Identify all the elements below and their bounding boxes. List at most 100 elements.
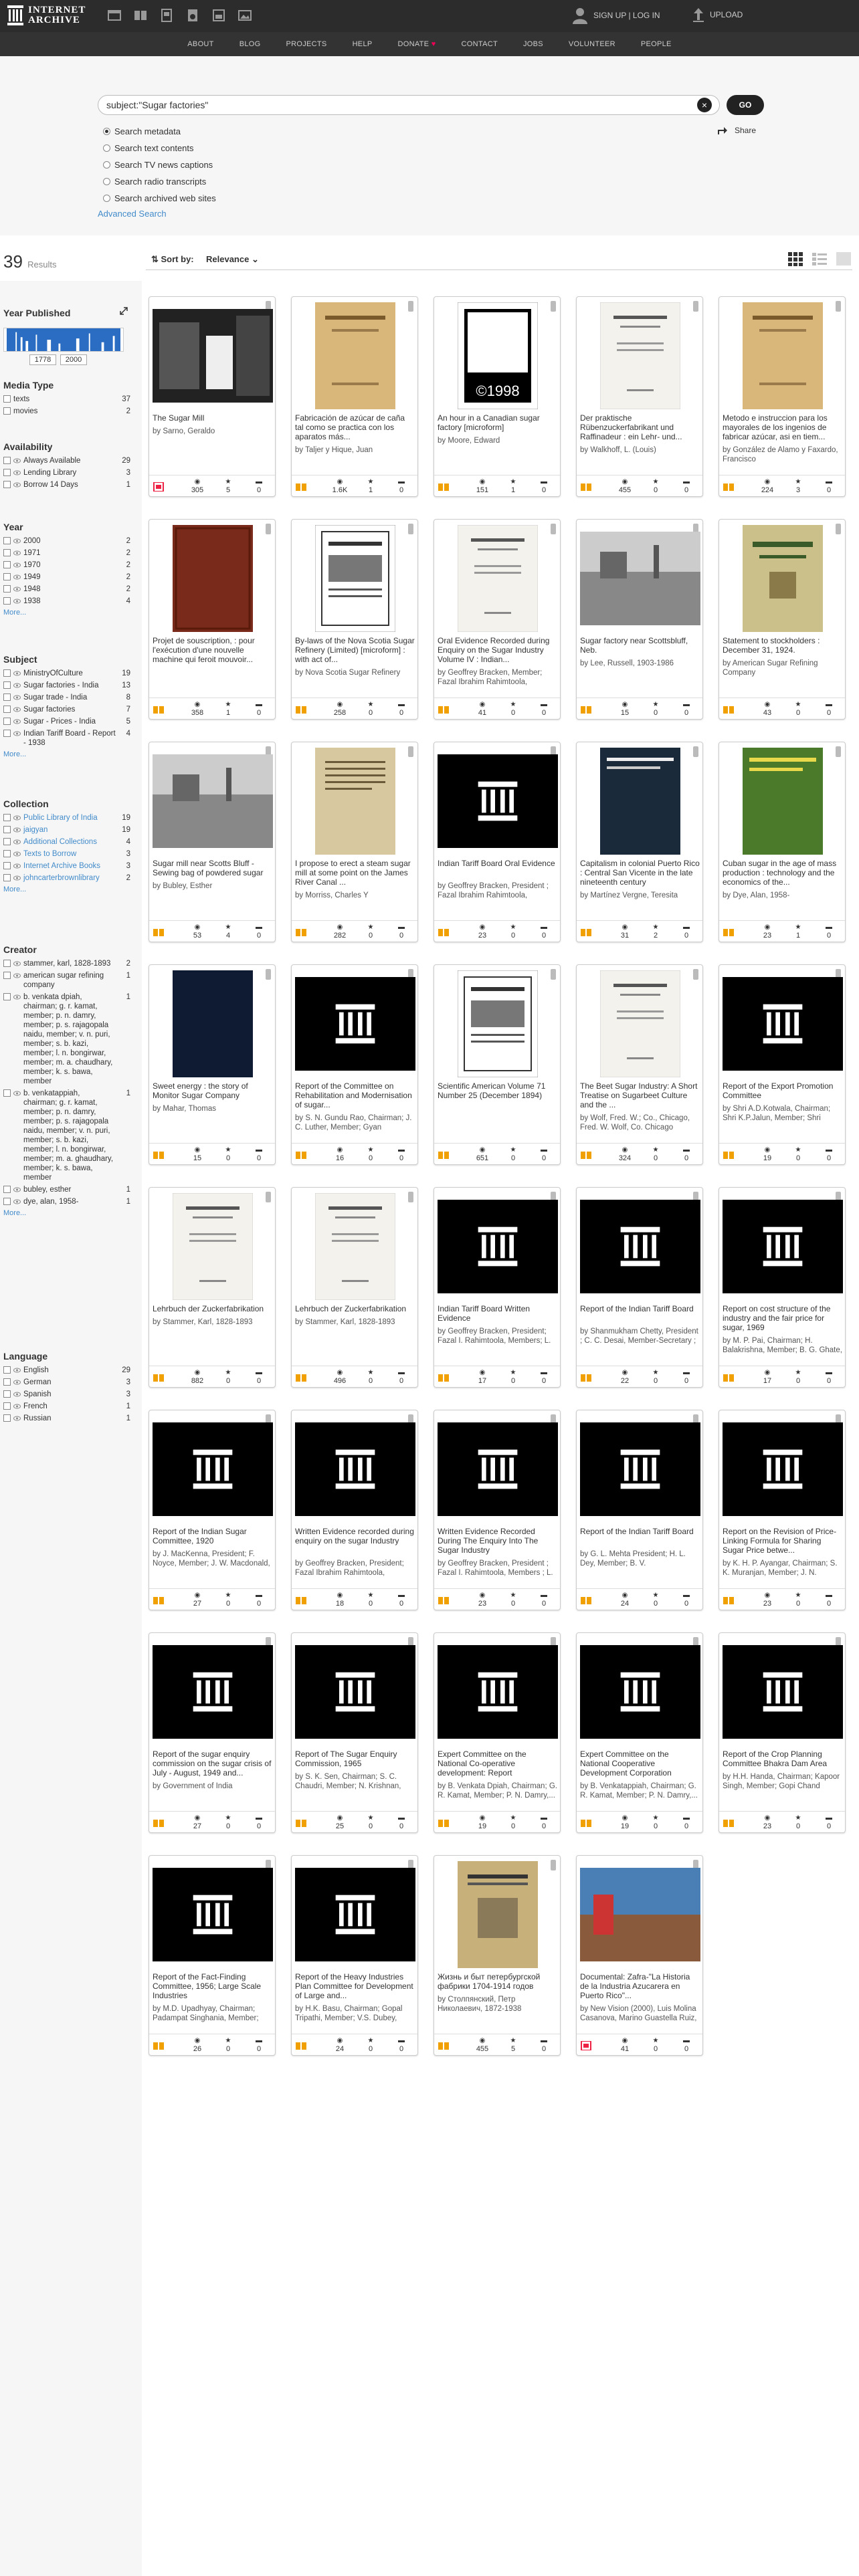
item-thumbnail[interactable] (295, 300, 415, 411)
item-title[interactable]: Oral Evidence Recorded during Enquiry on… (438, 636, 558, 664)
facet-row[interactable]: dye, alan, 1958- 1 (3, 1197, 130, 1206)
item-thumbnail[interactable] (580, 1191, 700, 1301)
item-thumbnail[interactable] (580, 300, 700, 411)
item-thumbnail[interactable] (295, 968, 415, 1079)
item-thumbnail[interactable] (295, 523, 415, 633)
item-title[interactable]: Statement to stockholders : December 31,… (723, 636, 843, 655)
nav-donate[interactable]: DONATE ♥ (385, 40, 449, 48)
facet-row[interactable]: johncarterbrownlibrary 2 (3, 873, 130, 883)
item-thumbnail[interactable] (580, 1414, 700, 1524)
eye-icon[interactable] (13, 562, 21, 568)
item-title[interactable]: Report of The Sugar Enquiry Commission, … (295, 1749, 415, 1768)
eye-icon[interactable] (13, 1392, 21, 1397)
eye-icon[interactable] (13, 863, 21, 869)
item-thumbnail[interactable] (580, 746, 700, 856)
item-title[interactable]: Sweet energy : the story of Monitor Suga… (153, 1081, 273, 1100)
result-tile[interactable]: Report on cost structure of the industry… (719, 1187, 846, 1388)
item-thumbnail[interactable] (580, 1859, 700, 1969)
result-tile[interactable]: Expert Committee on the National Coopera… (576, 1632, 703, 1833)
facet-row[interactable]: 2000 2 (3, 536, 130, 546)
result-tile[interactable]: Report of the Crop Planning Committee Bh… (719, 1632, 846, 1833)
facet-row[interactable]: German 3 (3, 1378, 130, 1387)
eye-icon[interactable] (13, 815, 21, 821)
item-title[interactable]: Report of the Fact-Finding Committee, 19… (153, 1972, 273, 2000)
year-histogram[interactable] (3, 328, 124, 352)
item-title[interactable]: Report of the Committee on Rehabilitatio… (295, 1081, 415, 1109)
item-thumbnail[interactable] (153, 1859, 273, 1969)
item-title[interactable]: An hour in a Canadian sugar factory [mic… (438, 413, 558, 432)
facet-row[interactable]: 1949 2 (3, 572, 130, 582)
item-thumbnail[interactable] (295, 746, 415, 856)
item-thumbnail[interactable] (723, 300, 843, 411)
item-title[interactable]: I propose to erect a steam sugar mill at… (295, 859, 415, 887)
eye-icon[interactable] (13, 695, 21, 700)
search-option-tv[interactable]: Search TV news captions (103, 156, 216, 173)
video-icon[interactable] (159, 8, 174, 23)
facet-row[interactable]: Spanish 3 (3, 1390, 130, 1399)
item-title[interactable]: Report of the Indian Tariff Board (580, 1527, 700, 1536)
eye-icon[interactable] (13, 851, 21, 857)
result-tile[interactable]: ©1998 An hour in a Canadian sugar factory… (434, 296, 561, 497)
result-tile[interactable]: Report of the Indian Tariff Board by G. L… (576, 1410, 703, 1610)
facet-row[interactable]: Texts to Borrow 3 (3, 849, 130, 859)
item-thumbnail[interactable] (153, 523, 273, 633)
eye-icon[interactable] (13, 1404, 21, 1409)
result-tile[interactable]: The Beet Sugar Industry: A Short Treatis… (576, 964, 703, 1165)
facet-row[interactable]: stammer, karl, 1828-1893 2 (3, 959, 130, 968)
expand-icon[interactable] (119, 306, 128, 316)
item-thumbnail[interactable] (438, 746, 558, 856)
item-title[interactable]: The Sugar Mill (153, 413, 273, 423)
item-title[interactable]: Expert Committee on the National Co-oper… (438, 1749, 558, 1778)
item-title[interactable]: The Beet Sugar Industry: A Short Treatis… (580, 1081, 700, 1109)
eye-icon[interactable] (13, 1368, 21, 1373)
eye-icon[interactable] (13, 1091, 21, 1096)
item-thumbnail[interactable] (438, 968, 558, 1079)
advanced-search-link[interactable]: Advanced Search (98, 209, 167, 219)
facet-row[interactable]: Internet Archive Books 3 (3, 861, 130, 871)
item-thumbnail[interactable] (438, 1191, 558, 1301)
internet-archive-logo[interactable]: INTERNET ARCHIVE (7, 4, 86, 27)
nav-people[interactable]: PEOPLE (628, 40, 684, 48)
more-link[interactable]: More... (3, 1209, 130, 1217)
share-button[interactable]: Share (717, 126, 756, 135)
item-thumbnail[interactable] (438, 1859, 558, 1969)
result-tile[interactable]: Report of the Committee on Rehabilitatio… (291, 964, 418, 1165)
item-thumbnail[interactable] (723, 968, 843, 1079)
eye-icon[interactable] (13, 1416, 21, 1421)
result-tile[interactable]: Metodo e instruccion para los mayorales … (719, 296, 846, 497)
eye-icon[interactable] (13, 586, 21, 592)
facet-row[interactable]: movies 2 (3, 407, 130, 416)
facet-row[interactable]: b. venkata dpiah, chairman; g. r. kamat,… (3, 992, 130, 1086)
item-title[interactable]: Expert Committee on the National Coopera… (580, 1749, 700, 1778)
software-icon[interactable] (211, 8, 226, 23)
item-thumbnail[interactable] (153, 968, 273, 1079)
facet-row[interactable]: Russian 1 (3, 1414, 130, 1423)
item-thumbnail[interactable]: ©1998 (438, 300, 558, 411)
result-tile[interactable]: By-laws of the Nova Scotia Sugar Refiner… (291, 519, 418, 720)
item-title[interactable]: Report of the Crop Planning Committee Bh… (723, 1749, 843, 1768)
item-thumbnail[interactable] (580, 968, 700, 1079)
result-tile[interactable]: Indian Tariff Board Oral Evidence by Geof… (434, 742, 561, 942)
result-tile[interactable]: Documental: Zafra-"La Historia de la Ind… (576, 1855, 703, 2056)
result-tile[interactable]: The Sugar Mill by Sarno, Geraldo ◉ 305 ★ 5 ▬ 0 (149, 296, 276, 497)
search-option-radio[interactable]: Search radio transcripts (103, 173, 216, 190)
eye-icon[interactable] (13, 973, 21, 978)
result-tile[interactable]: Expert Committee on the National Co-oper… (434, 1632, 561, 1833)
facet-row[interactable]: bubley, esther 1 (3, 1185, 130, 1194)
result-tile[interactable]: Report of the Heavy Industries Plan Comm… (291, 1855, 418, 2056)
nav-about[interactable]: ABOUT (175, 40, 226, 48)
search-option-text[interactable]: Search text contents (103, 140, 216, 156)
more-link[interactable]: More... (3, 609, 130, 617)
nav-blog[interactable]: BLOG (227, 40, 274, 48)
facet-row[interactable]: Indian Tariff Board - Report - 1938 4 (3, 729, 130, 748)
nav-jobs[interactable]: JOBS (510, 40, 556, 48)
facet-row[interactable]: Sugar - Prices - India 5 (3, 717, 130, 726)
eye-icon[interactable] (13, 671, 21, 676)
nav-contact[interactable]: CONTACT (449, 40, 510, 48)
result-tile[interactable]: Sweet energy : the story of Monitor Suga… (149, 964, 276, 1165)
eye-icon[interactable] (13, 458, 21, 463)
result-tile[interactable]: Projet de souscription, : pour l'exécuti… (149, 519, 276, 720)
item-thumbnail[interactable] (295, 1636, 415, 1747)
item-title[interactable]: Documental: Zafra-"La Historia de la Ind… (580, 1972, 700, 2000)
item-thumbnail[interactable] (723, 746, 843, 856)
